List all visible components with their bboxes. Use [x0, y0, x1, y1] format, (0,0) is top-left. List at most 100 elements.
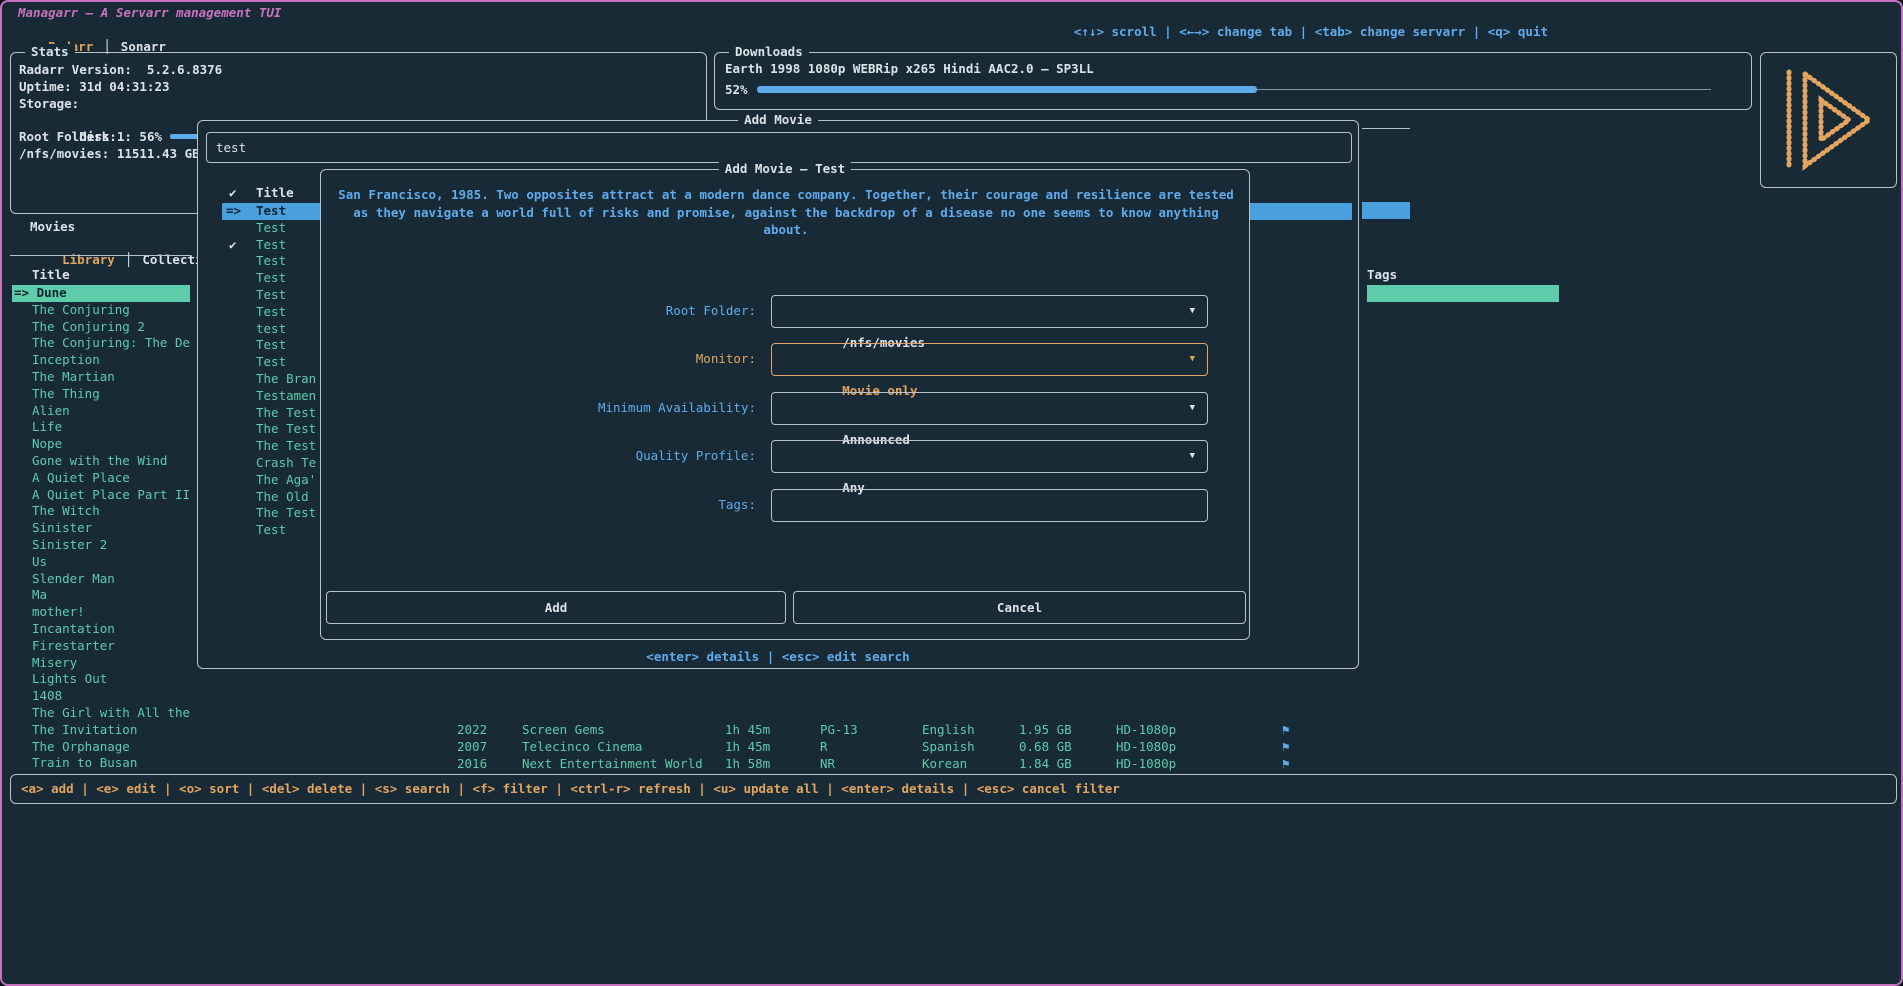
logo-panel	[1760, 52, 1897, 188]
result-title: The Test	[256, 405, 316, 422]
table-row[interactable]: 2016Next Entertainment World1h 58mNRKore…	[2, 756, 1901, 773]
tabs-underline	[10, 255, 190, 256]
movie-list-item[interactable]: mother!	[12, 604, 190, 621]
cell-studio: Screen Gems	[522, 722, 605, 739]
movie-list-item[interactable]: The Martian	[12, 369, 190, 386]
border-fragment	[1362, 128, 1410, 129]
cell-year: 2022	[457, 722, 487, 739]
uptime: Uptime: 31d 04:31:23	[19, 79, 698, 96]
cell-rating: PG-13	[820, 722, 858, 739]
movie-list-item[interactable]: Slender Man	[12, 571, 190, 588]
highlight-fragment	[1362, 202, 1410, 219]
minimum-availability-select[interactable]: Announced ▼	[771, 392, 1208, 425]
result-title: Test	[256, 253, 286, 270]
keybind-help-top: <↑↓> scroll | <←→> change tab | <tab> ch…	[1074, 24, 1548, 39]
bookmark-icon: ⚑	[1282, 756, 1290, 773]
movie-list-item[interactable]: The Girl with All the	[12, 705, 190, 722]
result-title: Test	[256, 287, 286, 304]
result-title: Testamen	[256, 388, 316, 405]
add-movie-search-input[interactable]: test	[206, 132, 1352, 163]
cell-rating: NR	[820, 756, 835, 773]
table-row[interactable]: 2007Telecinco Cinema1h 45mRSpanish0.68 G…	[2, 739, 1901, 756]
chevron-down-icon: ▼	[1190, 296, 1195, 327]
movie-list-item[interactable]: Lights Out	[12, 671, 190, 688]
cell-rating: R	[820, 739, 828, 756]
cell-runtime: 1h 45m	[725, 739, 770, 756]
movie-list-item[interactable]: => Dune	[12, 285, 190, 302]
result-title: The Old	[256, 489, 309, 506]
field-monitor: Monitor: Movie only ▼	[321, 343, 1249, 376]
movie-list-item[interactable]: Life	[12, 419, 190, 436]
movie-overview: San Francisco, 1985. Two opposites attra…	[331, 186, 1241, 239]
quality-profile-select[interactable]: Any ▼	[771, 440, 1208, 473]
movie-list-item[interactable]: Ma	[12, 587, 190, 604]
modal-title: Add Movie — Test	[719, 161, 851, 177]
tags-label: Tags:	[718, 497, 756, 512]
movie-list-item[interactable]: Firestarter	[12, 638, 190, 655]
movie-list-item[interactable]: Misery	[12, 655, 190, 672]
movie-list-item[interactable]: 1408	[12, 688, 190, 705]
download-percent: 52%	[725, 82, 748, 97]
cell-year: 2016	[457, 756, 487, 773]
movie-list-item[interactable]: The Conjuring: The De	[12, 335, 190, 352]
result-title: Test	[256, 337, 286, 354]
result-title: test	[256, 321, 286, 338]
result-title: Test	[256, 522, 286, 539]
movie-list-item[interactable]: Sinister 2	[12, 537, 190, 554]
app-window: Managarr — A Servarr management TUI Rada…	[0, 0, 1903, 986]
movie-list-item[interactable]: Gone with the Wind	[12, 453, 190, 470]
movie-list-item[interactable]: Us	[12, 554, 190, 571]
radarr-version: Radarr Version: 5.2.6.8376	[19, 62, 698, 79]
monitor-label: Monitor:	[696, 351, 756, 366]
result-title: Test	[256, 237, 286, 254]
downloads-progress-fill	[757, 86, 1257, 93]
result-title: Test	[256, 354, 286, 371]
cell-studio: Telecinco Cinema	[522, 739, 642, 756]
movies-section-title: Movies	[30, 219, 75, 234]
movie-list-item[interactable]: Incantation	[12, 621, 190, 638]
monitor-select[interactable]: Movie only ▼	[771, 343, 1208, 376]
cancel-button[interactable]: Cancel	[793, 591, 1246, 624]
managarr-logo	[1781, 68, 1877, 172]
movie-list-item[interactable]: Alien	[12, 403, 190, 420]
result-title: The Aga'	[256, 472, 316, 489]
cell-size: 0.68 GB	[1019, 739, 1072, 756]
result-title: The Test	[256, 421, 316, 438]
bookmark-icon: ⚑	[1282, 739, 1290, 756]
movies-list: => DuneThe ConjuringThe Conjuring 2The C…	[12, 285, 190, 772]
result-title: Crash Te	[256, 455, 316, 472]
movie-list-item[interactable]: The Conjuring 2	[12, 319, 190, 336]
downloads-panel: Downloads Earth 1998 1080p WEBRip x265 H…	[714, 52, 1752, 110]
result-title: Test	[256, 220, 286, 237]
cell-language: Spanish	[922, 739, 975, 756]
add-button[interactable]: Add	[326, 591, 786, 624]
movie-list-item[interactable]: Sinister	[12, 520, 190, 537]
add-movie-modal: Add Movie — Test San Francisco, 1985. Tw…	[320, 169, 1250, 640]
add-movie-panel-title: Add Movie	[738, 112, 818, 128]
movie-list-item[interactable]: A Quiet Place Part II	[12, 487, 190, 504]
root-folder-select[interactable]: /nfs/movies ▼	[771, 295, 1208, 328]
cell-quality: HD-1080p	[1116, 722, 1176, 739]
column-header-tags: Tags	[1367, 267, 1397, 282]
movie-list-item[interactable]: Inception	[12, 352, 190, 369]
keybind-help-bottom: <a> add | <e> edit | <o> sort | <del> de…	[10, 774, 1897, 804]
download-progress-track	[757, 86, 1719, 93]
cell-language: English	[922, 722, 975, 739]
movie-list-item[interactable]: The Conjuring	[12, 302, 190, 319]
field-root-folder: Root Folder: /nfs/movies ▼	[321, 295, 1249, 328]
tags-input[interactable]	[771, 489, 1208, 522]
root-folder-label: Root Folder:	[666, 303, 756, 318]
result-title: Test	[256, 270, 286, 287]
field-minimum-availability: Minimum Availability: Announced ▼	[321, 392, 1249, 425]
movie-list-item[interactable]: The Witch	[12, 503, 190, 520]
table-row[interactable]: 2022Screen Gems1h 45mPG-13English1.95 GB…	[2, 722, 1901, 739]
cell-language: Korean	[922, 756, 967, 773]
movie-list-item[interactable]: The Thing	[12, 386, 190, 403]
results-title-header: Title	[256, 185, 294, 200]
result-title: The Test	[256, 505, 316, 522]
bookmark-icon: ⚑	[1282, 722, 1290, 739]
selected-row-tags-cell	[1367, 285, 1559, 302]
movie-list-item[interactable]: A Quiet Place	[12, 470, 190, 487]
movie-list-item[interactable]: Nope	[12, 436, 190, 453]
cell-runtime: 1h 45m	[725, 722, 770, 739]
